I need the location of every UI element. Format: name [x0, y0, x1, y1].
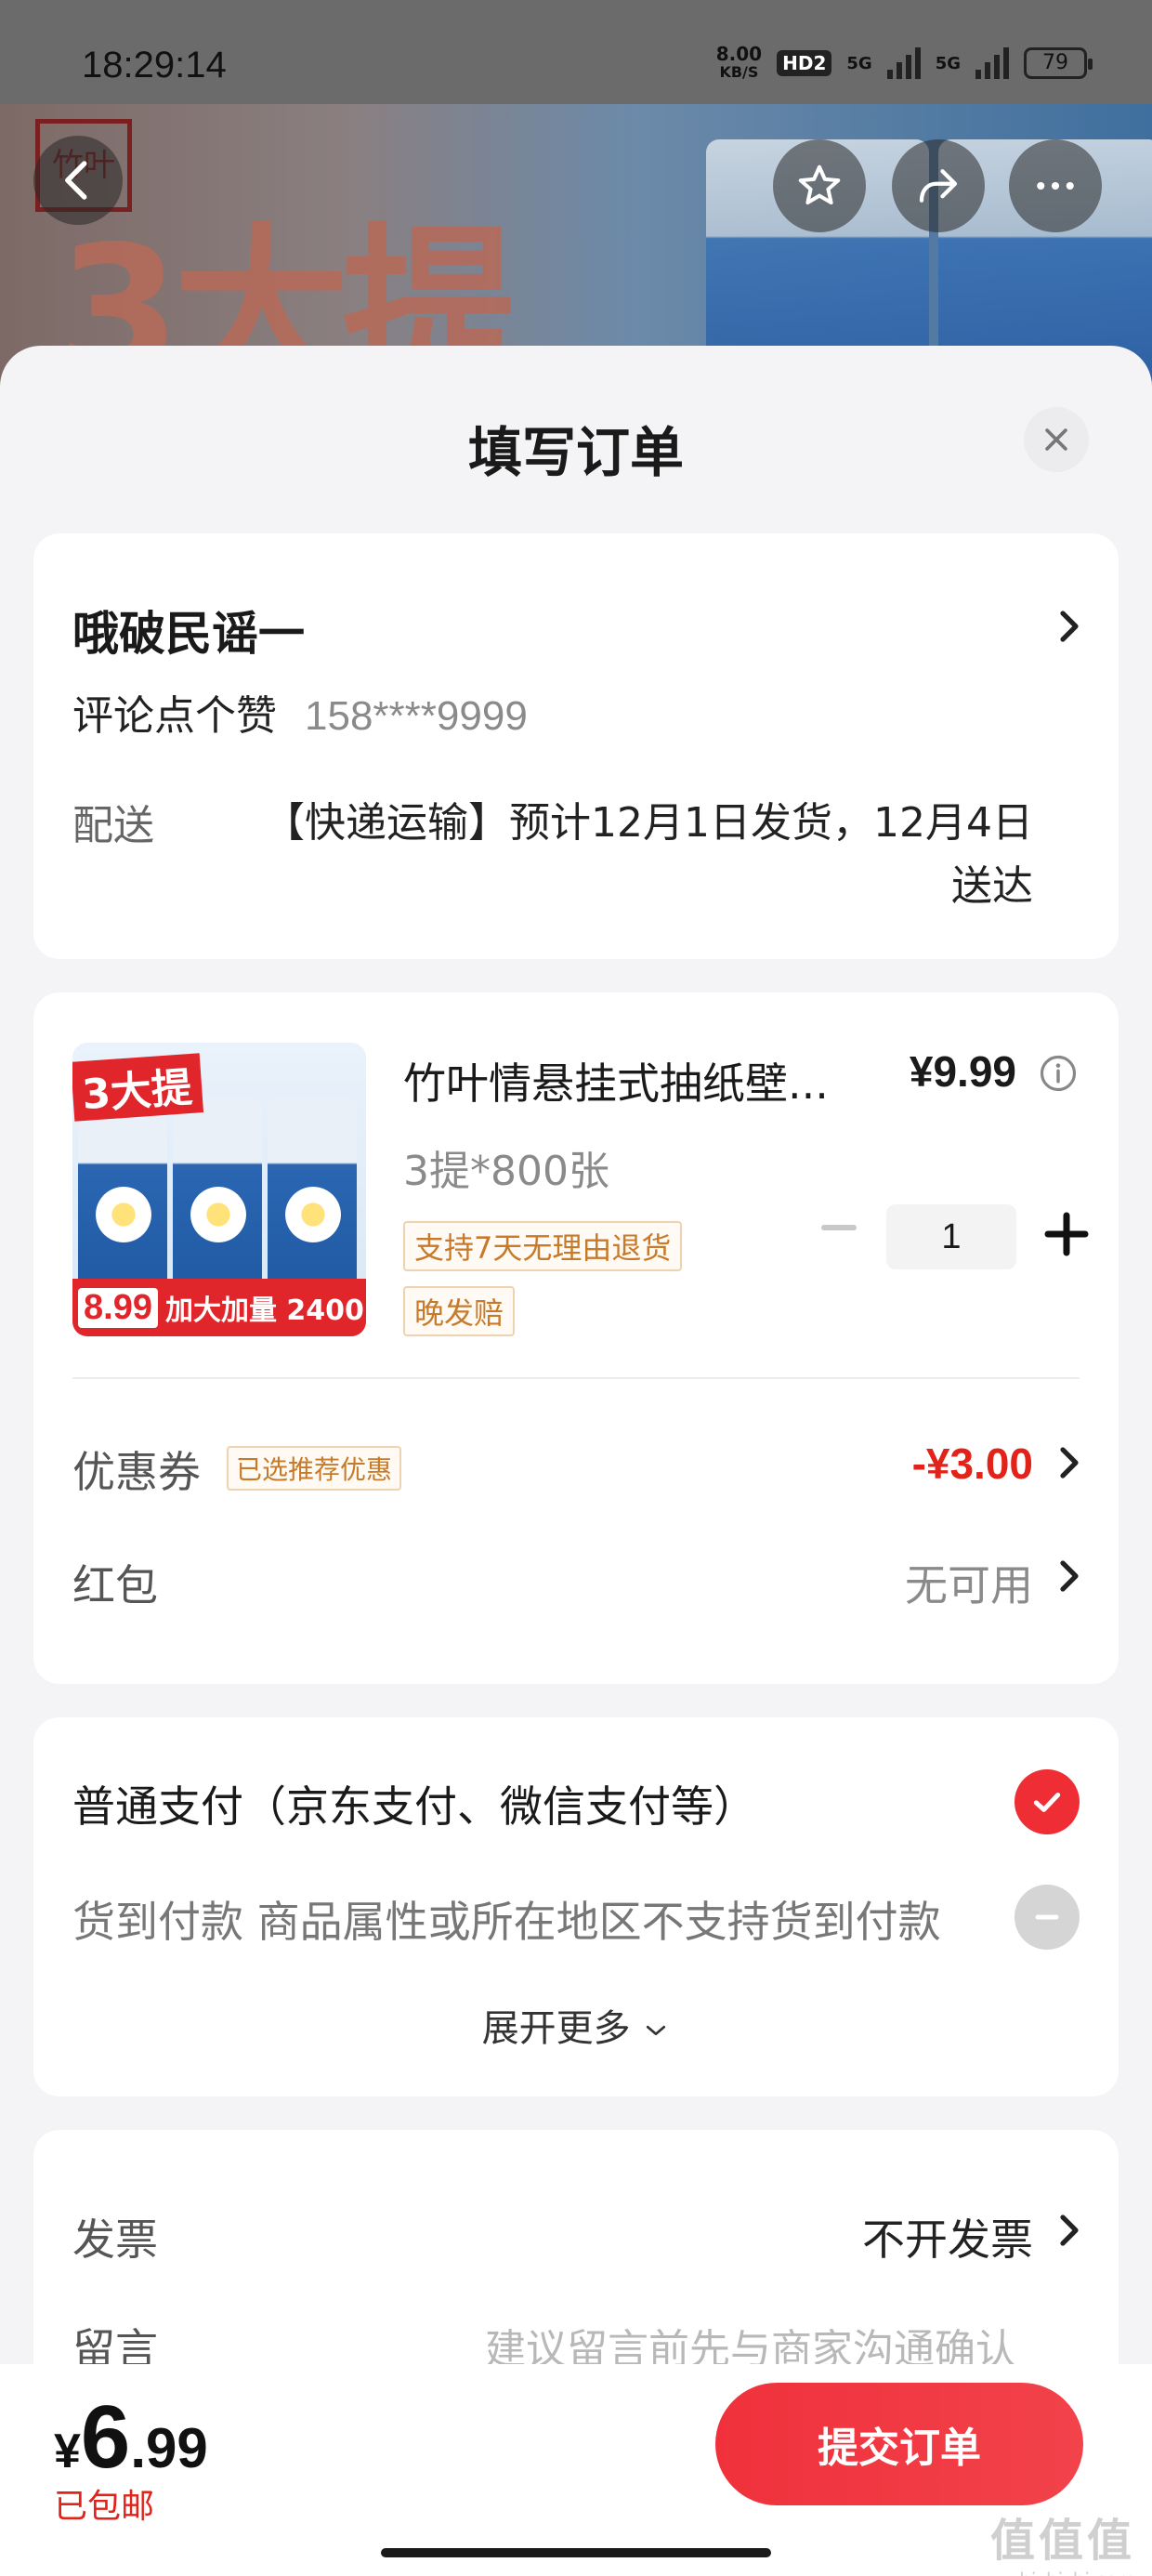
signal-icon	[886, 47, 921, 79]
watermark: 值值值 zhizhizhi.com	[990, 2504, 1135, 2576]
coupon-selected-tag: 已选推荐优惠	[227, 1446, 402, 1491]
coupon-value[interactable]: -¥3.00	[912, 1439, 1033, 1489]
chevron-right-icon	[1060, 611, 1079, 642]
late-delivery-tag: 晚发赔	[403, 1286, 516, 1336]
product-image-flower	[91, 1182, 156, 1247]
total-decimal: .99	[130, 2417, 208, 2479]
checkout-bar: ¥6.99 已包邮 提交订单 值值值 zhizhizhi.com	[0, 2364, 1152, 2576]
share-button[interactable]	[892, 139, 985, 232]
network-speed-unit: KB/S	[719, 63, 759, 81]
network-speed-value: 8.00	[715, 43, 763, 65]
minus-icon	[1035, 1914, 1059, 1920]
signal-5g-label-2: 5G	[935, 53, 961, 73]
currency-symbol: ¥	[54, 2425, 81, 2478]
close-button[interactable]	[1024, 407, 1089, 472]
chevron-right-icon[interactable]	[1057, 2212, 1081, 2249]
share-icon	[919, 169, 958, 203]
chevron-down-icon	[647, 2025, 666, 2036]
hd-icon: HD2	[777, 50, 832, 76]
address-detail: 评论点个赞	[72, 692, 277, 740]
product-card: 3大提 8.99 加大加量 2400张 竹叶情悬挂式抽纸壁... ¥9.99 3…	[33, 992, 1119, 1684]
divider	[72, 1377, 1080, 1379]
return-policy-tag: 支持7天无理由退货	[403, 1221, 683, 1271]
recipient-phone: 158****9999	[305, 693, 528, 739]
quantity-increase-button[interactable]	[1039, 1206, 1094, 1262]
product-image-flower	[281, 1182, 346, 1247]
quantity-input[interactable]: 1	[886, 1204, 1016, 1269]
red-packet-value[interactable]: 无可用	[905, 1552, 1033, 1613]
red-packet-label: 红包	[72, 1560, 158, 1610]
address-detail-line: 评论点个赞 158****9999	[72, 682, 528, 742]
close-icon	[1045, 428, 1067, 451]
chevron-left-icon	[65, 161, 87, 200]
product-image-tag: 3大提	[72, 1053, 203, 1122]
status-indicators: 8.00 KB/S HD2 5G 5G 79	[716, 45, 1093, 82]
expand-more-button[interactable]: 展开更多	[33, 1998, 1119, 2052]
more-dots-icon	[1037, 181, 1074, 191]
checkmark-icon	[1033, 1793, 1061, 1812]
invoice-label: 发票	[72, 2215, 158, 2265]
payment-disabled-indicator	[1015, 1885, 1080, 1950]
watermark-url: zhizhizhi.com	[990, 2569, 1135, 2576]
status-bar: 18:29:14 8.00 KB/S HD2 5G 5G 79	[0, 0, 1152, 104]
payment-selected-check[interactable]	[1015, 1769, 1080, 1834]
free-shipping-label: 已包邮	[54, 2488, 155, 2526]
product-spec: 3提*800张	[403, 1148, 609, 1195]
coupon-label: 优惠券	[72, 1447, 201, 1497]
invoice-value[interactable]: 不开发票	[862, 2206, 1033, 2267]
order-sheet: 填写订单 哦破民谣一 评论点个赞 158****9999 配送 【快递运输】预计1…	[0, 346, 1152, 2576]
signal-5g-label: 5G	[846, 53, 872, 73]
product-image-price: 8.99	[78, 1287, 158, 1328]
product-price: ¥9.99	[909, 1047, 1016, 1096]
expand-more-label: 展开更多	[481, 2007, 631, 2050]
order-total: ¥6.99	[54, 2386, 208, 2489]
total-integer: 6	[80, 2387, 131, 2487]
shipping-estimate: 【快递运输】预计12月1日发货，12月4日 送达	[229, 792, 1033, 918]
recipient-name: 哦破民谣一	[72, 607, 305, 661]
network-speed: 8.00 KB/S	[716, 45, 762, 82]
chevron-right-icon[interactable]	[1057, 1444, 1081, 1481]
battery-icon: 79	[1024, 47, 1093, 79]
address-card[interactable]: 哦破民谣一 评论点个赞 158****9999 配送 【快递运输】预计12月1日发…	[33, 533, 1119, 959]
submit-order-button[interactable]: 提交订单	[715, 2383, 1083, 2505]
watermark-text: 值值值	[989, 2515, 1135, 2567]
product-image-promo: 加大加量 2400张	[164, 1295, 366, 1327]
favorite-button[interactable]	[773, 139, 866, 232]
product-image-flower	[186, 1182, 251, 1247]
back-button[interactable]	[33, 136, 123, 225]
quantity-decrease-button[interactable]	[821, 1225, 857, 1230]
product-image-price-banner: 8.99 加大加量 2400张	[72, 1279, 366, 1336]
payment-option-standard[interactable]: 普通支付（京东支付、微信支付等）	[72, 1773, 756, 1834]
shipping-estimate-line1: 【快递运输】预计12月1日发货，12月4日	[264, 799, 1033, 847]
more-button[interactable]	[1009, 139, 1102, 232]
product-title[interactable]: 竹叶情悬挂式抽纸壁...	[403, 1050, 868, 1111]
chevron-right-icon[interactable]	[1057, 1557, 1081, 1595]
info-icon[interactable]	[1039, 1054, 1078, 1093]
home-indicator[interactable]	[381, 2548, 771, 2557]
sheet-title: 填写订单	[467, 421, 684, 484]
payment-card: 普通支付（京东支付、微信支付等） 货到付款 商品属性或所在地区不支持货到付款 展…	[33, 1717, 1119, 2096]
shipping-estimate-line2: 送达	[951, 862, 1033, 910]
payment-option-cod: 货到付款 商品属性或所在地区不支持货到付款	[72, 1897, 941, 1947]
star-icon	[798, 164, 841, 205]
product-image[interactable]: 3大提 8.99 加大加量 2400张	[72, 1043, 366, 1336]
signal-icon-2	[975, 47, 1009, 79]
shipping-label: 配送	[72, 802, 154, 849]
status-time: 18:29:14	[82, 45, 227, 85]
